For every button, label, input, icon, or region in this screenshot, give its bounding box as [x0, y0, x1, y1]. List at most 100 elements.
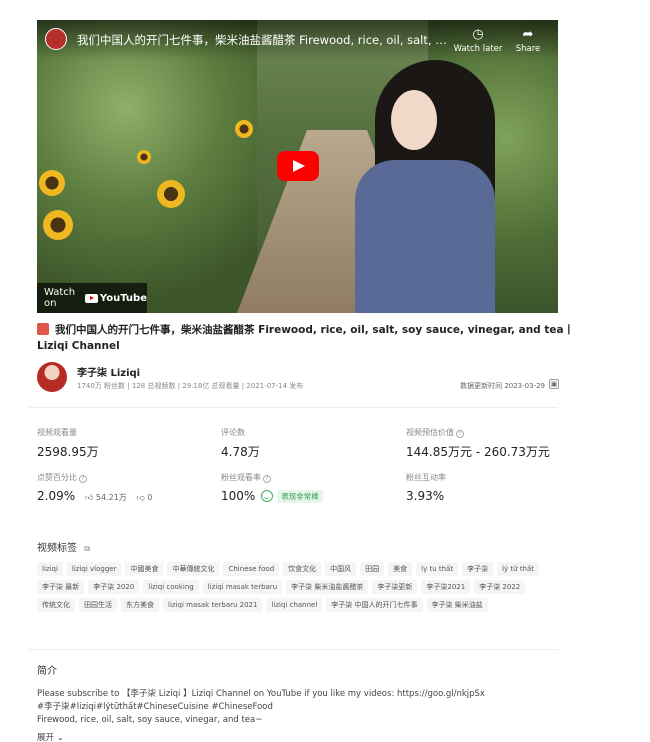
tag-chip[interactable]: 饮食文化: [283, 562, 322, 576]
tag-chip[interactable]: 李子柒 中国人的开门七件事: [326, 598, 423, 612]
video-type-icon: [37, 323, 49, 335]
like-rate-row: 2.09% 👍︎ 54.21万 👎︎ 0: [37, 489, 152, 503]
tag-chip[interactable]: liziqi masak terbaru: [202, 580, 283, 594]
watch-later-label: Watch later: [453, 44, 503, 54]
thumbs-down-icon: 👎︎: [136, 493, 145, 502]
watch-on-label: Watch on: [44, 287, 76, 309]
tag-chip[interactable]: 田园: [360, 562, 385, 576]
dislikes-value: 0: [147, 493, 153, 502]
divider: [29, 407, 558, 408]
tag-chip[interactable]: 中国风: [325, 562, 357, 576]
author-total-views: 29.18亿 总观看量: [182, 382, 240, 390]
tag-chip[interactable]: 田园生活: [79, 598, 117, 612]
comments-value: 4.78万: [221, 445, 260, 459]
fan-interact-label: 粉丝互动率: [406, 473, 446, 482]
like-rate-label: 点赞百分比: [37, 473, 77, 482]
expand-button[interactable]: 展开 ⌄: [37, 731, 64, 742]
divider: [29, 649, 558, 650]
tag-chip[interactable]: liziqi: [37, 562, 63, 576]
help-icon[interactable]: ?: [263, 475, 271, 483]
play-button[interactable]: [277, 151, 319, 181]
fan-view-row: 100% 表现非常棒: [221, 489, 323, 503]
description-line: Firewood, rice, oil, salt, soy sauce, vi…: [37, 715, 263, 725]
views-label: 视频观看量: [37, 428, 77, 437]
tag-chip[interactable]: 李子柒 柴米油盐: [426, 598, 488, 612]
page-title: 我们中国人的开门七件事，柴米油盐酱醋茶 Firewood, rice, oil,…: [37, 322, 577, 354]
tag-chip[interactable]: ly tu thất: [416, 562, 459, 576]
tag-list: liziqi liziqi vlogger 中國美食 中華傳統文化 Chinese fo…: [37, 562, 557, 612]
description-text: Please subscribe to 【李子柒 Liziqi 】Liziqi …: [37, 688, 557, 727]
share-button[interactable]: ➦ Share: [503, 27, 553, 55]
video-scene-person: [355, 60, 505, 313]
fan-interact-value: 3.93%: [406, 489, 445, 503]
description-title: 简介: [37, 666, 57, 677]
help-icon[interactable]: ?: [456, 430, 464, 438]
avatar[interactable]: [37, 362, 67, 392]
like-rate-value: 2.09%: [37, 489, 76, 503]
share-icon: ➦: [522, 27, 534, 42]
tag-chip[interactable]: liziqi vlogger: [66, 562, 122, 576]
tag-chip[interactable]: 美食: [388, 562, 413, 576]
sunflower: [235, 120, 253, 138]
tags-title: 视频标签: [37, 543, 77, 554]
tag-chip[interactable]: liziqi cooking: [143, 580, 199, 594]
page-title-text: 我们中国人的开门七件事，柴米油盐酱醋茶 Firewood, rice, oil,…: [37, 324, 575, 352]
author-name[interactable]: 李子柒 Liziqi: [77, 364, 140, 379]
tag-chip[interactable]: 李子柒 2022: [474, 580, 526, 594]
description-line: #李子柒#liziqi#lýtữthất#ChineseCuisine #Chi…: [37, 702, 273, 712]
update-time: 数据更新时间 2023-03-29: [460, 382, 545, 390]
value-label: 视频预估价值: [406, 428, 454, 437]
sunflower: [157, 180, 185, 208]
tag-chip[interactable]: 李子柒2021: [421, 580, 471, 594]
tag-chip[interactable]: 中國美食: [125, 562, 164, 576]
description-line: Please subscribe to 【李子柒 Liziqi 】Liziqi …: [37, 689, 485, 699]
video-scene-trees: [37, 20, 257, 313]
views-value: 2598.95万: [37, 445, 99, 459]
watch-later-button[interactable]: ◷ Watch later: [453, 27, 503, 55]
tag-chip[interactable]: 李子柒 最新: [37, 580, 85, 594]
refresh-icon[interactable]: ▣: [549, 379, 559, 389]
share-label: Share: [515, 44, 541, 54]
fan-view-label: 粉丝观看率: [221, 473, 261, 482]
tag-chip[interactable]: 东方美食: [121, 598, 159, 612]
tags-title-wrap: 视频标签 ⧉: [37, 539, 90, 554]
clock-icon: ◷: [472, 27, 484, 42]
watch-on-youtube-button[interactable]: Watch on YouTube: [37, 283, 147, 313]
smile-icon: [261, 490, 274, 502]
fan-view-label-wrap: 粉丝观看率?: [221, 472, 271, 483]
expand-label: 展开: [37, 733, 55, 742]
youtube-label: YouTube: [99, 292, 147, 304]
tag-chip[interactable]: lý tữ thất: [497, 562, 540, 576]
youtube-logo: YouTube: [84, 292, 147, 304]
thumbs-up-icon: 👍︎: [84, 493, 94, 502]
video-title[interactable]: 我们中国人的开门七件事，柴米油盐酱醋茶 Firewood, rice, oil,…: [77, 32, 447, 48]
tag-chip[interactable]: 传统文化: [37, 598, 75, 612]
tag-chip[interactable]: 李子柒: [462, 562, 494, 576]
copy-icon[interactable]: ⧉: [84, 544, 90, 553]
value-label-wrap: 视频预估价值?: [406, 427, 464, 438]
comments-label: 评论数: [221, 428, 245, 437]
status-badge: 表现非常棒: [277, 490, 323, 503]
likes-value: 54.21万: [95, 493, 127, 502]
tag-chip[interactable]: liziqi channel: [266, 598, 323, 612]
channel-thumbnail[interactable]: [45, 28, 67, 50]
author-meta: 1740万 粉丝数 | 128 总视频数 | 29.18亿 总观看量 | 202…: [77, 382, 304, 390]
tag-chip[interactable]: 李子柒 柴米油盐酱醋茶: [286, 580, 369, 594]
sunflower: [137, 150, 151, 164]
publish-date: 2021-07-14 发布: [246, 382, 304, 390]
youtube-play-icon: [84, 293, 98, 303]
author-info: 李子柒 Liziqi 1740万 粉丝数 | 128 总视频数 | 29.18亿…: [37, 362, 559, 392]
tag-chip[interactable]: 李子柒 2020: [88, 580, 140, 594]
likes-count: 👍︎ 54.21万: [85, 493, 127, 502]
tag-chip[interactable]: liziqi masak terbaru 2021: [163, 598, 263, 612]
fan-view-value: 100%: [221, 489, 256, 503]
video-player[interactable]: 我们中国人的开门七件事，柴米油盐酱醋茶 Firewood, rice, oil,…: [37, 20, 558, 313]
sunflower: [43, 210, 73, 240]
help-icon[interactable]: ?: [79, 475, 87, 483]
tag-chip[interactable]: 李子柒更新: [372, 580, 418, 594]
tag-chip[interactable]: 中華傳統文化: [167, 562, 220, 576]
chevron-down-icon: ⌄: [56, 733, 64, 742]
sunflower: [39, 170, 65, 196]
tag-chip[interactable]: Chinese food: [223, 562, 280, 576]
value-value: 144.85万元 - 260.73万元: [406, 445, 550, 459]
